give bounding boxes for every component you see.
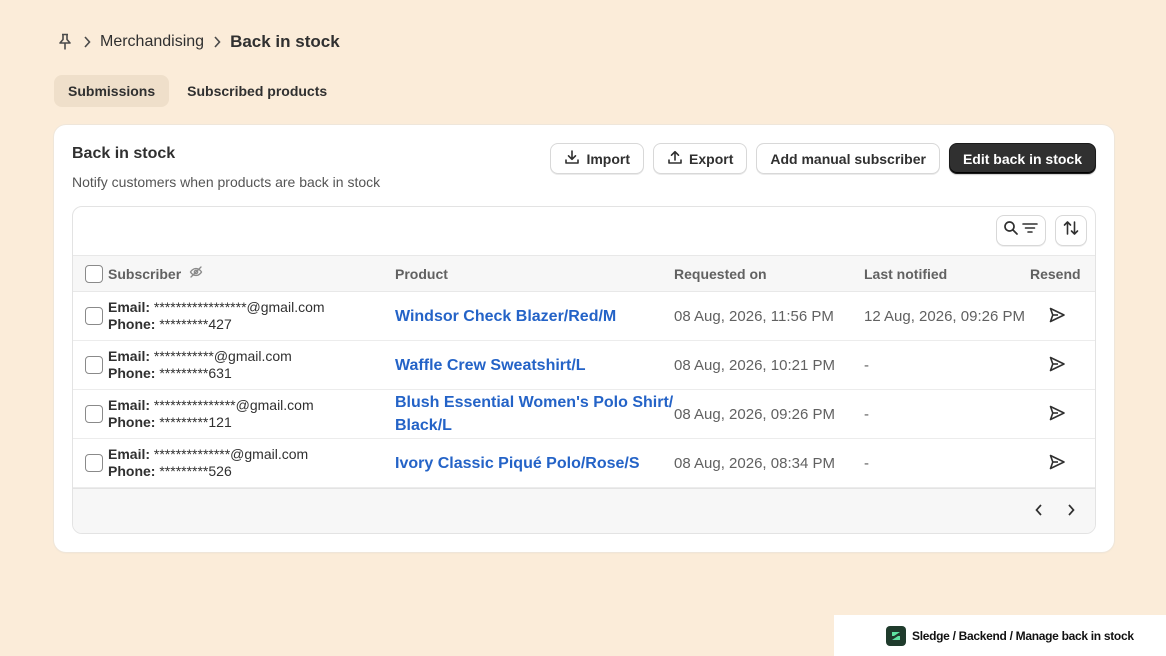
send-icon xyxy=(1048,404,1066,425)
chevron-left-icon xyxy=(1035,503,1043,521)
phone-label: Phone: xyxy=(108,463,156,479)
download-icon xyxy=(564,149,580,168)
product-link[interactable]: Windsor Check Blazer/Red/M xyxy=(395,305,674,328)
search-filter-button[interactable] xyxy=(996,215,1046,246)
subscriber-email: *****************@gmail.com xyxy=(153,299,325,315)
row-checkbox[interactable] xyxy=(85,356,103,374)
last-notified: - xyxy=(864,356,869,374)
last-notified: 12 Aug, 2026, 09:26 PM xyxy=(864,307,1025,325)
subscriber-email: **************@gmail.com xyxy=(153,446,309,462)
previous-page-button[interactable] xyxy=(1027,500,1051,524)
tab-submissions[interactable]: Submissions xyxy=(54,75,170,107)
email-label: Email: xyxy=(108,446,151,462)
export-label: Export xyxy=(689,150,734,167)
filter-icon xyxy=(1021,221,1039,240)
table-toolbar xyxy=(73,207,1095,255)
import-button[interactable]: Import xyxy=(550,143,645,174)
next-page-button[interactable] xyxy=(1059,500,1083,524)
phone-label: Phone: xyxy=(108,316,156,332)
product-link[interactable]: Blush Essential Women's Polo Shirt/ Blac… xyxy=(395,391,674,437)
product-name-line-2: Black/L xyxy=(395,417,452,434)
sort-button[interactable] xyxy=(1055,215,1087,246)
email-label: Email: xyxy=(108,397,151,413)
requested-on: 08 Aug, 2026, 11:56 PM xyxy=(674,307,834,325)
resend-button[interactable] xyxy=(1044,303,1070,329)
table-row[interactable]: Email: ***************@gmail.com Phone: … xyxy=(73,390,1095,439)
subscriber-phone: *********526 xyxy=(159,463,232,479)
subscriber-phone: *********427 xyxy=(159,316,232,332)
back-in-stock-card: Back in stock Notify customers when prod… xyxy=(54,125,1114,552)
product-name-line-1: Blush Essential Women's Polo Shirt/ xyxy=(395,394,674,411)
product-link[interactable]: Ivory Classic Piqué Polo/Rose/S xyxy=(395,452,674,475)
requested-on: 08 Aug, 2026, 10:21 PM xyxy=(674,356,835,374)
subscriber-email: ***********@gmail.com xyxy=(153,348,292,364)
phone-label: Phone: xyxy=(108,365,156,381)
subscriber-email: ***************@gmail.com xyxy=(153,397,314,413)
row-checkbox[interactable] xyxy=(85,307,103,325)
import-label: Import xyxy=(586,150,631,167)
header-subscriber: Subscriber xyxy=(108,265,182,282)
breadcrumb-merchandising[interactable]: Merchandising xyxy=(100,33,204,51)
edit-back-in-stock-button[interactable]: Edit back in stock xyxy=(948,143,1096,174)
resend-button[interactable] xyxy=(1044,352,1070,378)
sledge-logo-icon xyxy=(886,625,906,646)
upload-icon xyxy=(667,149,683,168)
badge-text: Sledge / Backend / Manage back in stock xyxy=(912,628,1134,643)
card-title: Back in stock xyxy=(72,145,176,162)
header-requested-on: Requested on xyxy=(674,265,767,282)
card-actions: Import Export Add manual subscriber Edit… xyxy=(550,143,1096,174)
header-last-notified: Last notified xyxy=(864,265,948,282)
table-row[interactable]: Email: ***********@gmail.com Phone: ****… xyxy=(73,341,1095,390)
pagination xyxy=(1027,500,1083,524)
sort-icon xyxy=(1062,220,1080,241)
page-title: Back in stock xyxy=(230,32,340,51)
pin-icon[interactable] xyxy=(56,32,74,52)
last-notified: - xyxy=(864,405,869,423)
breadcrumb: Merchandising Back in stock xyxy=(56,30,340,54)
send-icon xyxy=(1048,306,1066,327)
chevron-right-icon xyxy=(204,36,230,48)
resend-button[interactable] xyxy=(1044,401,1070,427)
subscriber-phone: *********121 xyxy=(159,414,232,430)
eye-off-icon[interactable] xyxy=(189,265,203,282)
requested-on: 08 Aug, 2026, 09:26 PM xyxy=(674,405,835,423)
tab-bar: Submissions Subscribed products xyxy=(54,75,341,107)
requested-on: 08 Aug, 2026, 08:34 PM xyxy=(674,454,835,472)
header-product: Product xyxy=(395,265,448,282)
table-row[interactable]: Email: *****************@gmail.com Phone… xyxy=(73,292,1095,341)
table-footer xyxy=(73,488,1095,533)
card-subtitle: Notify customers when products are back … xyxy=(72,174,381,190)
table-header-row: Subscriber Product Requested on Last not… xyxy=(73,255,1095,292)
email-label: Email: xyxy=(108,299,151,315)
select-all-checkbox[interactable] xyxy=(85,264,103,283)
search-icon xyxy=(1003,220,1019,241)
subscriber-phone: *********631 xyxy=(159,365,232,381)
send-icon xyxy=(1048,453,1066,474)
chevron-right-icon xyxy=(1067,503,1075,521)
table-row[interactable]: Email: **************@gmail.com Phone: *… xyxy=(73,439,1095,488)
header-resend: Resend xyxy=(1030,265,1081,282)
export-button[interactable]: Export xyxy=(653,143,748,174)
chevron-right-icon xyxy=(74,36,100,48)
row-checkbox[interactable] xyxy=(85,454,103,472)
add-manual-subscriber-button[interactable]: Add manual subscriber xyxy=(756,143,940,174)
row-checkbox[interactable] xyxy=(85,405,103,423)
submissions-table: Subscriber Product Requested on Last not… xyxy=(73,255,1095,488)
app-badge: Sledge / Backend / Manage back in stock xyxy=(834,615,1166,656)
tab-subscribed-products[interactable]: Subscribed products xyxy=(173,75,341,107)
send-icon xyxy=(1048,355,1066,376)
submissions-table-panel: Subscriber Product Requested on Last not… xyxy=(72,206,1096,534)
last-notified: - xyxy=(864,454,869,472)
resend-button[interactable] xyxy=(1044,450,1070,476)
email-label: Email: xyxy=(108,348,151,364)
product-link[interactable]: Waffle Crew Sweatshirt/L xyxy=(395,354,674,377)
phone-label: Phone: xyxy=(108,414,156,430)
